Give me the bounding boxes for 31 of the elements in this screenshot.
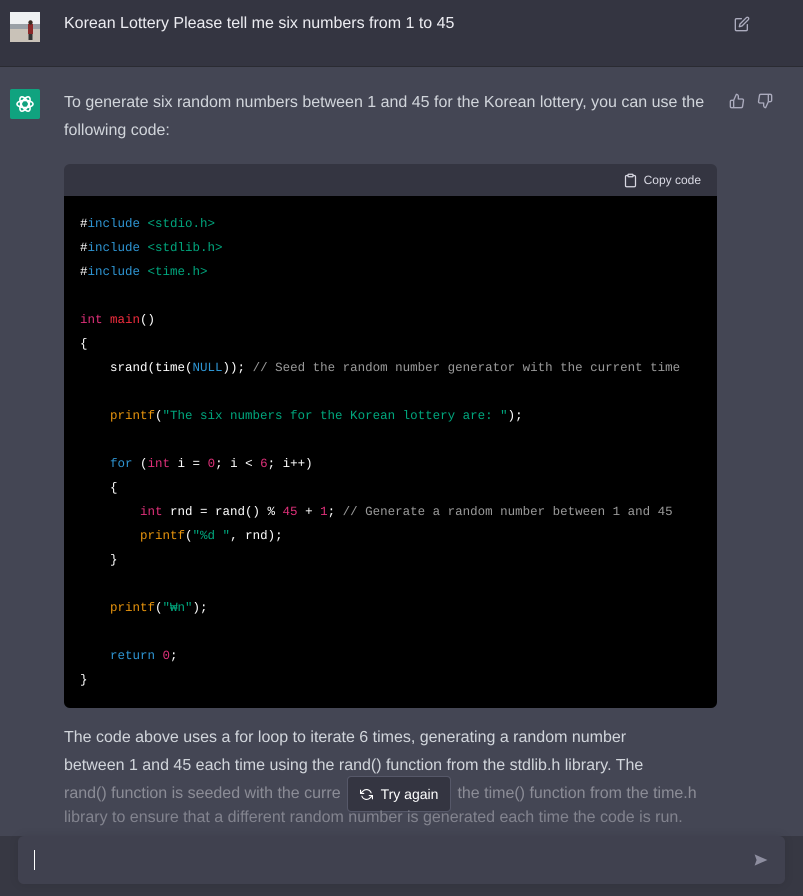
paragraph-line: The code above uses a for loop to iterate 6 times, generating a random number — [64, 728, 628, 748]
code-line: int main() — [80, 312, 156, 329]
send-icon[interactable] — [753, 852, 769, 868]
code-line: #include <time.h> — [80, 264, 209, 281]
thumbs-down-icon[interactable] — [757, 93, 773, 109]
code-line: #include <stdio.h> — [80, 216, 216, 233]
copy-code-button[interactable]: Copy code — [622, 172, 701, 188]
edit-icon[interactable] — [734, 16, 750, 32]
code-line: #include <stdlib.h> — [80, 240, 224, 257]
code-line: int rnd = rand() % 45 + 1; // Generate a random number between 1 and 45 — [139, 504, 674, 521]
paragraph-line: the time() function from the time.h — [457, 784, 697, 804]
code-line: for (int i = 0; i < 6; i++) — [109, 456, 314, 473]
code-line: printf("₩n"); — [109, 600, 209, 617]
paragraph-line: rand() function is seeded with the curre — [64, 784, 341, 804]
code-line: { — [109, 480, 119, 497]
logo-icon — [10, 89, 40, 119]
response-text: To generate six random numbers between 1 and 45 for the Korean lottery, you can use the following code: — [64, 93, 706, 141]
thumbs-up-icon[interactable] — [729, 93, 745, 109]
code-line: } — [109, 552, 119, 569]
clipboard-icon — [622, 172, 638, 188]
refresh-icon — [360, 788, 373, 800]
code-line: printf("%d ", rnd); — [139, 528, 284, 545]
code-line: } — [80, 672, 89, 689]
message-input[interactable] — [18, 836, 785, 884]
try-again-button[interactable]: Try again — [346, 776, 452, 812]
user-message: Korean Lottery Please tell me six numbers from 1 to 45 — [64, 14, 456, 34]
code-line: printf("The six numbers for the Korean lottery are: "); — [109, 408, 524, 425]
code-line: return 0; — [109, 648, 179, 665]
code-line: { — [80, 336, 89, 353]
code-line: srand(time(NULL)); // Seed the random number generator with the current time — [109, 360, 682, 377]
paragraph-line: between 1 and 45 each time using the rand() function from the stdlib.h library. The — [64, 756, 644, 776]
